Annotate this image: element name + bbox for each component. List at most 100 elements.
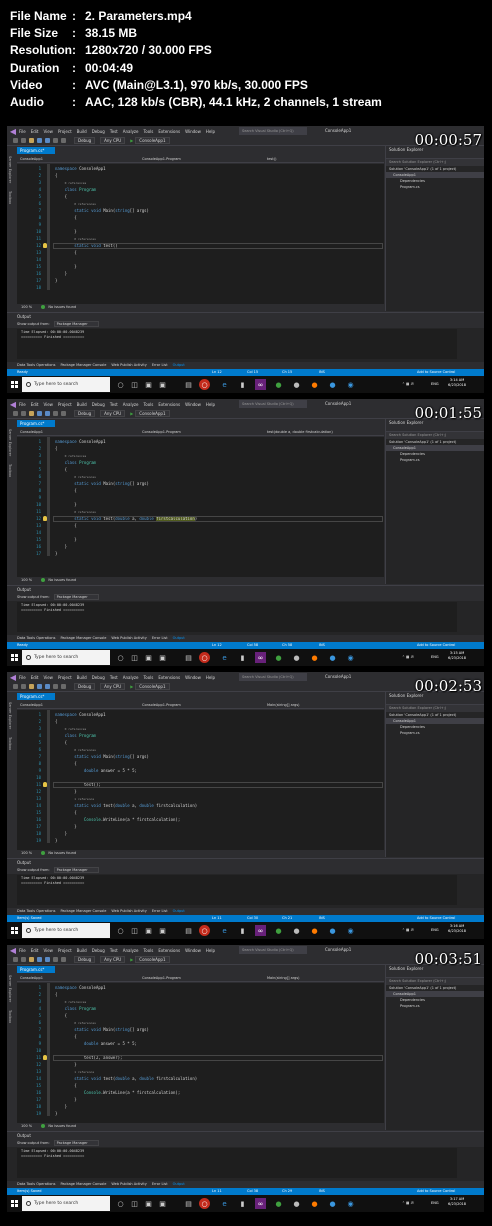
- task-view-icon[interactable]: ◫: [129, 652, 140, 663]
- visual-studio-icon[interactable]: ∞: [255, 925, 266, 936]
- menu-item[interactable]: Tools: [144, 402, 154, 407]
- code-editor[interactable]: 1 namespace ConsoleApp1 2{3 0 references 4 …: [17, 437, 384, 577]
- code-line[interactable]: {: [55, 215, 76, 221]
- blue-app-icon[interactable]: ●: [327, 1198, 338, 1209]
- monitor-icon[interactable]: ▮: [237, 925, 248, 936]
- menu-item[interactable]: View: [43, 675, 53, 680]
- menu-item[interactable]: View: [43, 402, 53, 407]
- menu-item[interactable]: Project: [58, 402, 72, 407]
- blue-app-icon[interactable]: ●: [327, 379, 338, 390]
- bottom-tab[interactable]: Web Publish Activity: [111, 636, 146, 640]
- lightbulb-icon[interactable]: [43, 782, 47, 787]
- forward-icon[interactable]: [21, 957, 26, 962]
- play-icon[interactable]: ▶: [130, 684, 133, 689]
- menu-item[interactable]: Project: [58, 129, 72, 134]
- tray-icons[interactable]: ⌃ ▩ ♬: [402, 382, 414, 386]
- taskbar-search-input[interactable]: Type here to search: [22, 377, 110, 392]
- document-tab-program[interactable]: Program.cs*: [17, 693, 55, 700]
- solution-search-input[interactable]: Search Solution Explorer (Ctrl+;): [386, 978, 484, 985]
- nav-class-dropdown[interactable]: ConsoleApp1.Program: [142, 155, 181, 163]
- taskbar-search-input[interactable]: Type here to search: [22, 1196, 110, 1211]
- tree-item-program-file[interactable]: Program.cs: [386, 184, 484, 190]
- config-dropdown[interactable]: Debug: [74, 137, 96, 144]
- menu-item[interactable]: Extensions: [158, 402, 180, 407]
- language-indicator[interactable]: ENG: [431, 382, 439, 386]
- window-app-icon[interactable]: ▤: [183, 379, 194, 390]
- nav-project-dropdown[interactable]: ConsoleApp1: [20, 428, 43, 436]
- config-dropdown[interactable]: Debug: [74, 956, 96, 963]
- code-line[interactable]: {: [55, 761, 76, 767]
- code-line[interactable]: static void Main(string[] args): [55, 208, 149, 214]
- nav-project-dropdown[interactable]: ConsoleApp1: [20, 701, 43, 709]
- platform-dropdown[interactable]: Any CPU: [100, 956, 126, 963]
- nav-class-dropdown[interactable]: ConsoleApp1.Program: [142, 974, 181, 982]
- blue-app-icon[interactable]: ●: [327, 652, 338, 663]
- bottom-tab[interactable]: Data Tools Operations: [17, 1182, 55, 1186]
- config-dropdown[interactable]: Debug: [74, 683, 96, 690]
- open-folder-icon[interactable]: [29, 957, 34, 962]
- code-line[interactable]: 0 references: [55, 747, 96, 753]
- run-target-button[interactable]: ConsoleApp1: [135, 137, 170, 144]
- lightbulb-icon[interactable]: [43, 516, 47, 521]
- code-line[interactable]: 0 references: [55, 236, 96, 242]
- save-all-icon[interactable]: [45, 138, 50, 143]
- code-line[interactable]: {: [55, 992, 57, 998]
- code-line[interactable]: double answer = 5 * 5;: [55, 768, 137, 774]
- run-target-button[interactable]: ConsoleApp1: [135, 410, 170, 417]
- server-explorer-tab[interactable]: Server Explorer: [8, 429, 12, 456]
- code-line[interactable]: }: [55, 824, 76, 830]
- visual-studio-icon[interactable]: ∞: [255, 652, 266, 663]
- menu-item[interactable]: File: [19, 675, 26, 680]
- cortana-icon[interactable]: ○: [115, 379, 126, 390]
- menu-item[interactable]: Analyze: [123, 402, 139, 407]
- tray-icons[interactable]: ⌃ ▩ ♬: [402, 1201, 414, 1205]
- menu-item[interactable]: Edit: [31, 129, 39, 134]
- code-line[interactable]: }: [55, 264, 76, 270]
- undo-icon[interactable]: [53, 411, 58, 416]
- menu-item[interactable]: Debug: [92, 948, 105, 953]
- menu-item[interactable]: File: [19, 402, 26, 407]
- code-line[interactable]: static void Main(string[] args): [55, 481, 149, 487]
- code-editor[interactable]: 1 namespace ConsoleApp1 2{3 0 references 4 …: [17, 710, 384, 850]
- tray-icons[interactable]: ⌃ ▩ ♬: [402, 928, 414, 932]
- app-icon[interactable]: ●: [291, 1198, 302, 1209]
- code-line[interactable]: 0 references: [55, 999, 87, 1005]
- menu-item[interactable]: Build: [77, 675, 87, 680]
- green-app-icon[interactable]: ●: [273, 379, 284, 390]
- bottom-tab[interactable]: Package Manager Console: [60, 636, 106, 640]
- platform-dropdown[interactable]: Any CPU: [100, 137, 126, 144]
- clock[interactable]: 3:17 AM 6/23/2018: [448, 1197, 466, 1207]
- output-text[interactable]: Time Elapsed: 00:00:00.0048239 =========…: [17, 875, 457, 905]
- save-icon[interactable]: [37, 684, 42, 689]
- code-line[interactable]: {: [55, 446, 57, 452]
- document-tab-program[interactable]: Program.cs*: [17, 420, 55, 427]
- lightbulb-icon[interactable]: [43, 243, 47, 248]
- save-icon[interactable]: [37, 411, 42, 416]
- tree-item-program-file[interactable]: Program.cs: [386, 457, 484, 463]
- menu-item[interactable]: Window: [185, 948, 201, 953]
- windows-logo-icon[interactable]: [11, 1200, 18, 1207]
- code-line[interactable]: }: [55, 229, 76, 235]
- app-icon[interactable]: ●: [291, 925, 302, 936]
- menu-item[interactable]: Tools: [144, 675, 154, 680]
- zoom-level[interactable]: 100 %: [21, 578, 32, 582]
- platform-dropdown[interactable]: Any CPU: [100, 410, 126, 417]
- add-source-control-button[interactable]: Add to Source Control: [417, 369, 455, 376]
- chrome-icon[interactable]: ◉: [345, 1198, 356, 1209]
- solution-search-input[interactable]: Search Solution Explorer (Ctrl+;): [386, 432, 484, 439]
- menu-item[interactable]: Debug: [92, 402, 105, 407]
- code-line[interactable]: namespace ConsoleApp1: [55, 985, 106, 991]
- forward-icon[interactable]: [21, 138, 26, 143]
- add-source-control-button[interactable]: Add to Source Control: [417, 642, 455, 649]
- menu-item[interactable]: View: [43, 948, 53, 953]
- bottom-tab[interactable]: Data Tools Operations: [17, 636, 55, 640]
- code-line[interactable]: }: [55, 1111, 57, 1117]
- redo-icon[interactable]: [61, 411, 66, 416]
- menu-item[interactable]: File: [19, 948, 26, 953]
- open-folder-icon[interactable]: [29, 138, 34, 143]
- green-app-icon[interactable]: ●: [273, 1198, 284, 1209]
- chrome-icon[interactable]: ◉: [345, 379, 356, 390]
- document-tab-program[interactable]: Program.cs*: [17, 147, 55, 154]
- bottom-tab[interactable]: Web Publish Activity: [111, 363, 146, 367]
- menu-item[interactable]: Window: [185, 129, 201, 134]
